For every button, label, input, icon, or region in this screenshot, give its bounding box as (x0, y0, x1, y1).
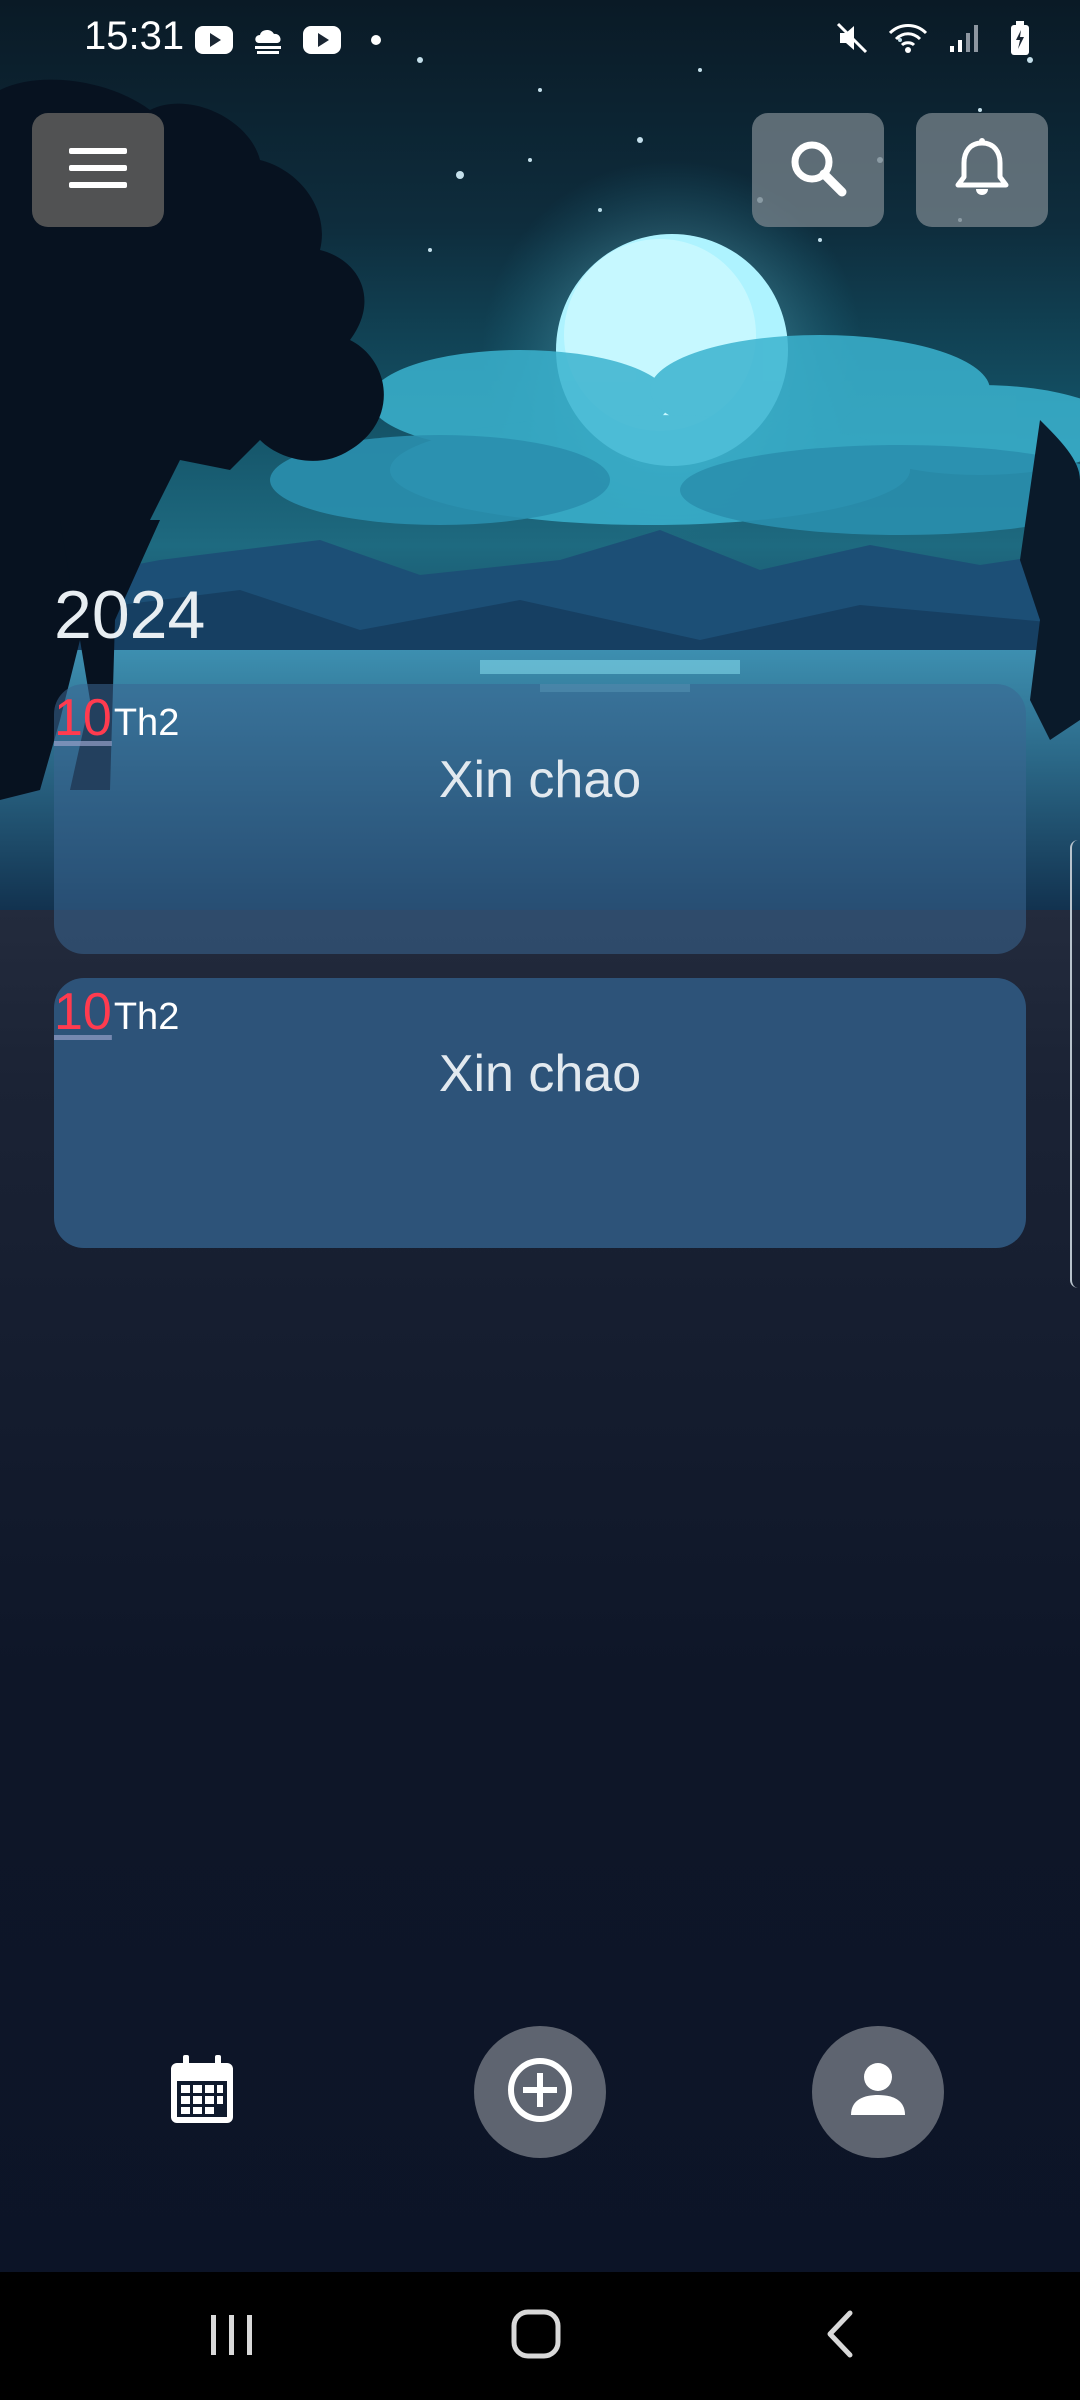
note-day: 10 (54, 689, 112, 747)
home-button[interactable] (496, 2296, 576, 2376)
edge-panel-handle[interactable] (1070, 840, 1080, 1288)
recents-icon (207, 2311, 257, 2362)
youtube-icon (194, 20, 234, 60)
note-month: Th2 (113, 996, 180, 1038)
calendar-icon (169, 2054, 235, 2130)
hamburger-menu-icon (69, 146, 127, 195)
youtube-icon (302, 20, 342, 60)
year-heading: 2024 (54, 577, 206, 653)
home-icon (510, 2308, 562, 2365)
wifi-icon (888, 18, 928, 58)
note-title: Xin chao (438, 1045, 642, 1103)
recents-button[interactable] (192, 2296, 272, 2376)
menu-button[interactable] (32, 113, 164, 227)
note-title: Xin chao (438, 751, 642, 809)
status-bar: 15:31 (0, 0, 1080, 78)
search-icon (788, 138, 848, 203)
note-card[interactable]: 10 Th2 Xin chao (54, 684, 1026, 954)
note-month: Th2 (113, 702, 180, 744)
note-date: 10 Th2 (54, 688, 179, 748)
signal-icon (944, 18, 984, 58)
battery-icon (1000, 18, 1040, 58)
back-button[interactable] (800, 2296, 880, 2376)
status-time: 15:31 (84, 14, 185, 58)
note-date: 10 Th2 (54, 982, 179, 1042)
bell-icon (954, 137, 1010, 204)
person-icon (847, 2059, 909, 2126)
note-card[interactable]: 10 Th2 Xin chao (54, 978, 1026, 1248)
dot-icon (356, 20, 396, 60)
notification-icons (194, 20, 396, 60)
system-status-icons (832, 18, 1040, 58)
add-circle-icon (505, 2055, 575, 2130)
system-navigation-bar (0, 2272, 1080, 2400)
profile-button[interactable] (812, 2026, 944, 2158)
back-icon (820, 2309, 860, 2364)
search-button[interactable] (752, 113, 884, 227)
notifications-button[interactable] (916, 113, 1048, 227)
cloud-icon (248, 20, 288, 60)
note-day: 10 (54, 983, 112, 1041)
calendar-button[interactable] (136, 2026, 268, 2158)
mute-icon (832, 18, 872, 58)
add-note-button[interactable] (474, 2026, 606, 2158)
